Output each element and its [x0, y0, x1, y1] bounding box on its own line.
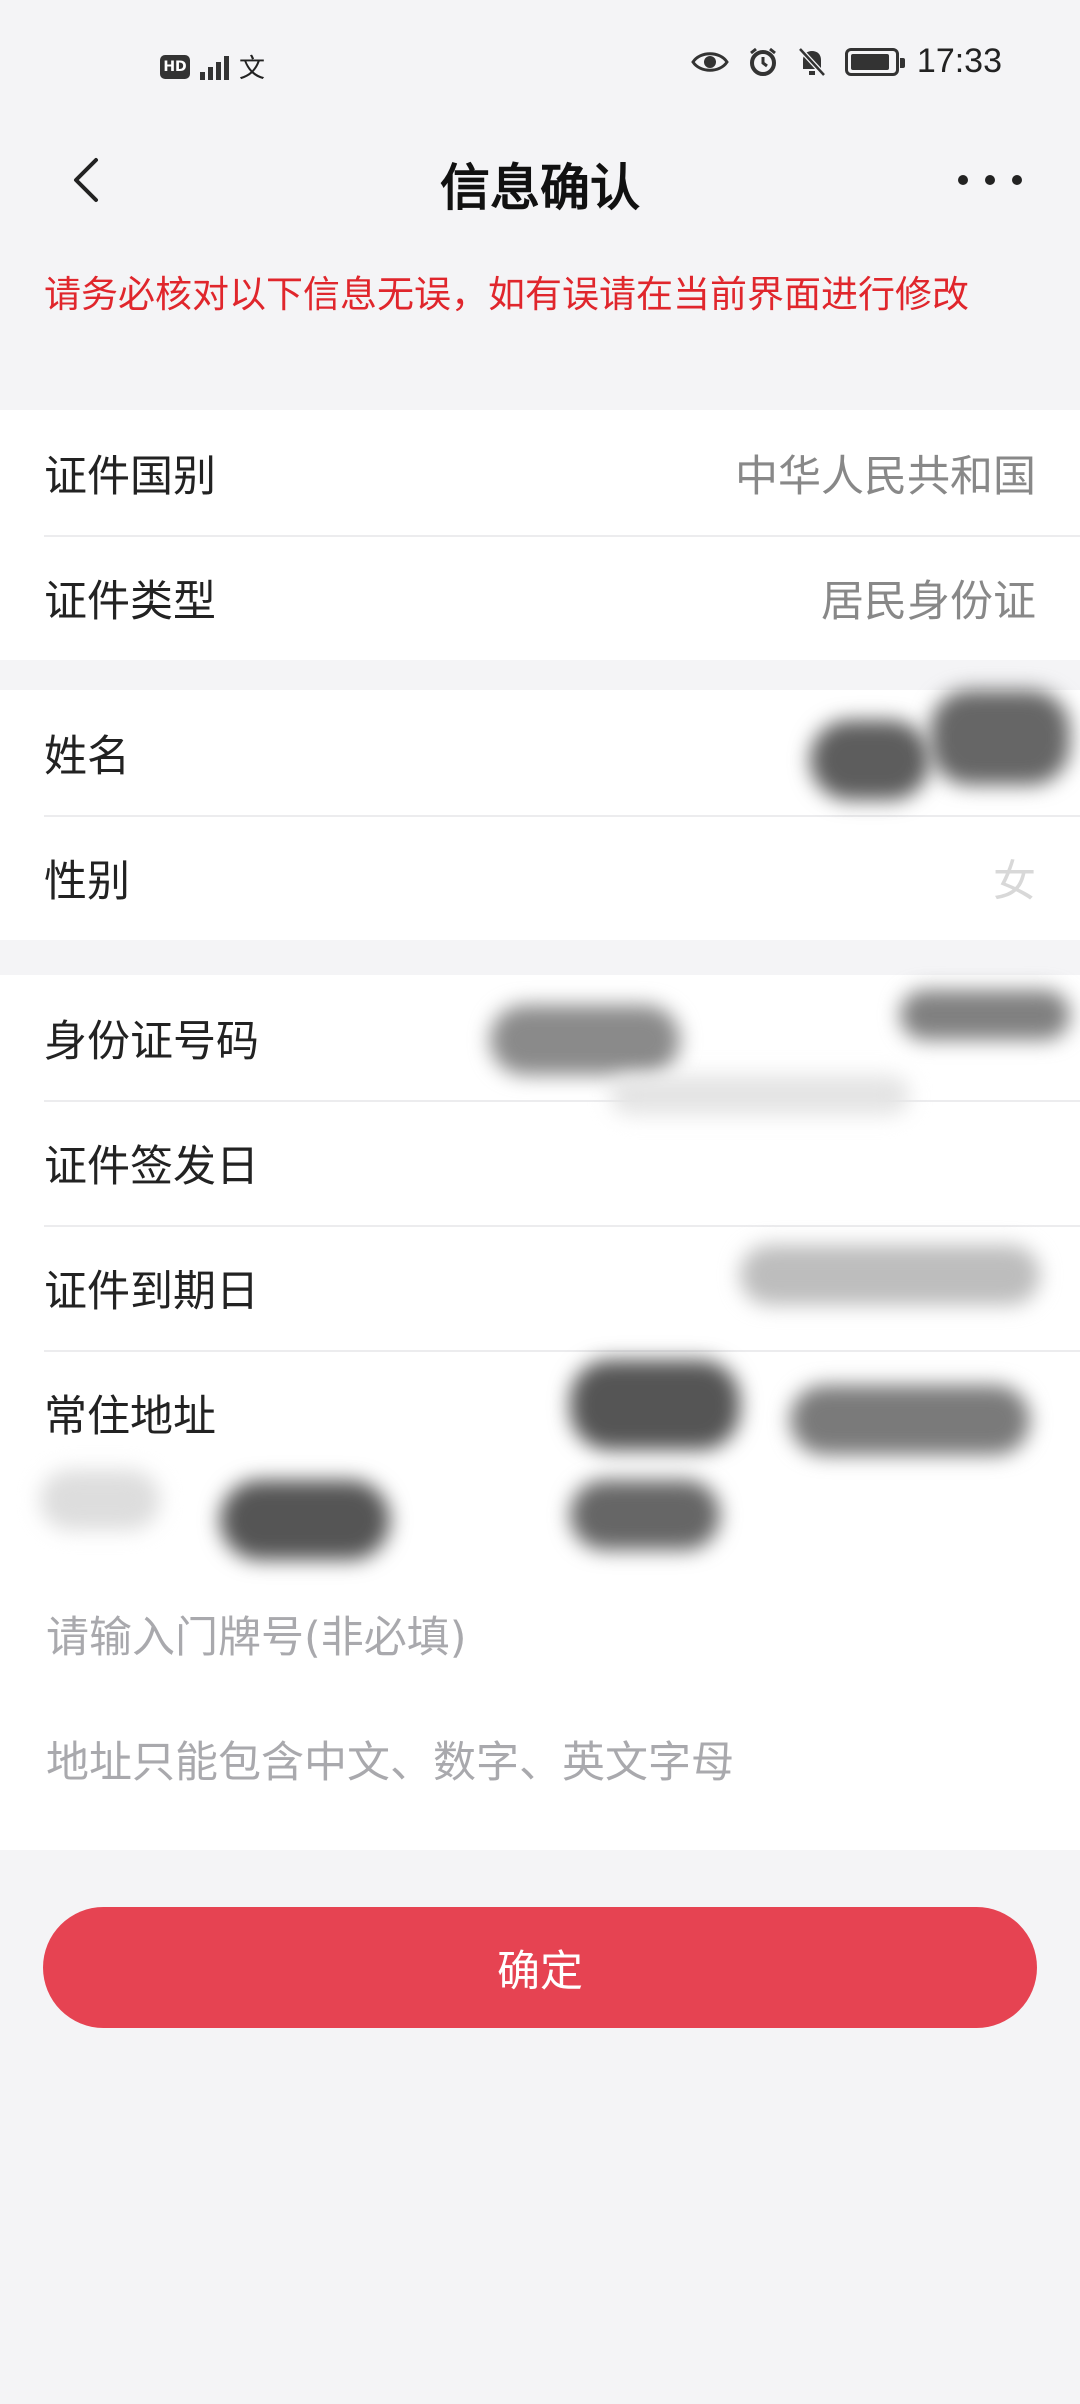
row-label: 身份证号码 [44, 1016, 259, 1067]
redaction-mark [790, 1385, 1030, 1455]
row-label: 性别 [44, 856, 130, 907]
eye-icon [691, 51, 729, 72]
row-issue-date[interactable]: 证件签发日 [0, 1100, 1080, 1225]
status-left: HD 文 [160, 48, 265, 85]
redaction-mark [610, 1075, 910, 1115]
warning-message: 请务必核对以下信息无误，如有误请在当前界面进行修改 [44, 273, 969, 316]
house-number-input[interactable] [44, 1611, 1036, 1664]
row-label: 姓名 [44, 731, 130, 782]
address-hint-input[interactable] [44, 1736, 1036, 1789]
house-number-field[interactable] [0, 1575, 1080, 1700]
signal-icon [200, 54, 229, 80]
redaction-mark [490, 1005, 680, 1075]
more-dot-icon [958, 175, 968, 185]
row-value: 中华人民共和国 [735, 451, 1036, 502]
row-value: 居民身份证 [821, 576, 1036, 627]
status-right: 17:33 [691, 42, 1002, 81]
alarm-icon [749, 47, 776, 76]
redaction-mark [900, 990, 1070, 1040]
hd-badge: HD [160, 54, 190, 79]
row-label: 证件签发日 [44, 1141, 259, 1192]
battery-icon [844, 47, 905, 76]
row-label: 证件到期日 [44, 1266, 259, 1317]
redaction-mark [810, 720, 930, 800]
row-label: 常住地址 [44, 1391, 216, 1442]
row-document-type[interactable]: 证件类型 居民身份证 [0, 535, 1080, 660]
address-hint-field[interactable] [0, 1700, 1080, 1825]
personal-info-group: 姓名 性别 女 [0, 690, 1080, 940]
redaction-mark [40, 1470, 160, 1530]
more-dot-icon [1012, 175, 1022, 185]
carrier-icon: 文 [239, 54, 266, 84]
redaction-mark [740, 1245, 1040, 1305]
redaction-mark [220, 1480, 390, 1560]
mute-bell-icon [798, 46, 826, 77]
row-gender[interactable]: 性别 女 [0, 815, 1080, 940]
document-info-group: 证件国别 中华人民共和国 证件类型 居民身份证 [0, 410, 1080, 660]
address-detail-line [0, 1475, 1080, 1575]
row-label: 证件国别 [44, 451, 216, 502]
nav-bar: 信息确认 [0, 130, 1080, 230]
row-document-country[interactable]: 证件国别 中华人民共和国 [0, 410, 1080, 535]
redaction-mark [930, 690, 1070, 785]
redaction-mark [570, 1480, 720, 1550]
row-value: 女 [993, 856, 1036, 907]
more-options-button[interactable] [950, 150, 1030, 210]
redaction-mark [570, 1360, 740, 1450]
status-time: 17:33 [916, 42, 1002, 80]
page-title: 信息确认 [440, 159, 640, 217]
status-bar: HD 文 17:33 [0, 0, 1080, 130]
more-dot-icon [985, 175, 995, 185]
confirm-button[interactable]: 确定 [43, 1907, 1037, 2028]
row-label: 证件类型 [44, 576, 216, 627]
